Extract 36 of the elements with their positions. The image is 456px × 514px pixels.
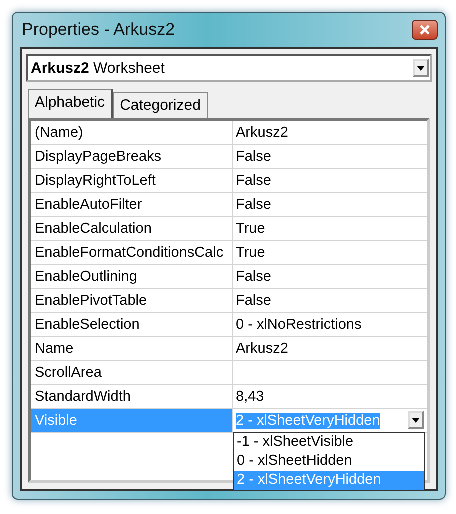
tab[interactable]: Alphabetic	[28, 89, 114, 118]
property-name[interactable]: StandardWidth	[31, 385, 233, 408]
property-name[interactable]: Name	[31, 337, 233, 360]
property-name[interactable]: ScrollArea	[31, 361, 233, 384]
dropdown-option[interactable]: -1 - xlSheetVisible	[234, 433, 424, 452]
tab[interactable]: Categorized	[113, 92, 208, 118]
window-title: Properties - Arkusz2	[21, 20, 176, 40]
property-name[interactable]: EnableAutoFilter	[31, 193, 233, 216]
caret-icon	[412, 418, 420, 422]
property-name[interactable]: DisplayPageBreaks	[31, 145, 233, 168]
property-name[interactable]: EnablePivotTable	[31, 289, 233, 312]
caret-icon	[417, 66, 425, 70]
dropdown-button[interactable]	[413, 59, 429, 77]
close-button[interactable]	[412, 20, 438, 40]
property-value: False	[236, 268, 272, 284]
property-name[interactable]: EnableOutlining	[31, 265, 233, 288]
property-name[interactable]: EnableSelection	[31, 313, 233, 336]
property-value: Arkusz2	[236, 340, 288, 356]
dropdown-button[interactable]	[408, 411, 424, 429]
property-name[interactable]: EnableFormatConditionsCalc	[31, 241, 233, 264]
property-value: Arkusz2	[236, 124, 288, 140]
property-name[interactable]: EnableCalculation	[31, 217, 233, 240]
property-value: False	[236, 148, 272, 164]
property-value: True	[236, 244, 266, 260]
property-value: False	[236, 172, 272, 188]
property-value: 2 - xlSheetVeryHidden	[236, 412, 380, 428]
property-name[interactable]: DisplayRightToLeft	[31, 169, 233, 192]
property-value: 0 - xlNoRestrictions	[236, 316, 362, 332]
dropdown-option[interactable]: 0 - xlSheetHidden	[234, 452, 424, 471]
property-value: False	[236, 292, 272, 308]
object-selector[interactable]: Arkusz2 Worksheet	[26, 54, 432, 82]
property-value: 8,43	[236, 388, 264, 404]
property-name[interactable]: (Name)	[31, 121, 233, 144]
property-value: True	[236, 220, 266, 236]
property-value: False	[236, 196, 272, 212]
close-icon	[420, 25, 430, 35]
